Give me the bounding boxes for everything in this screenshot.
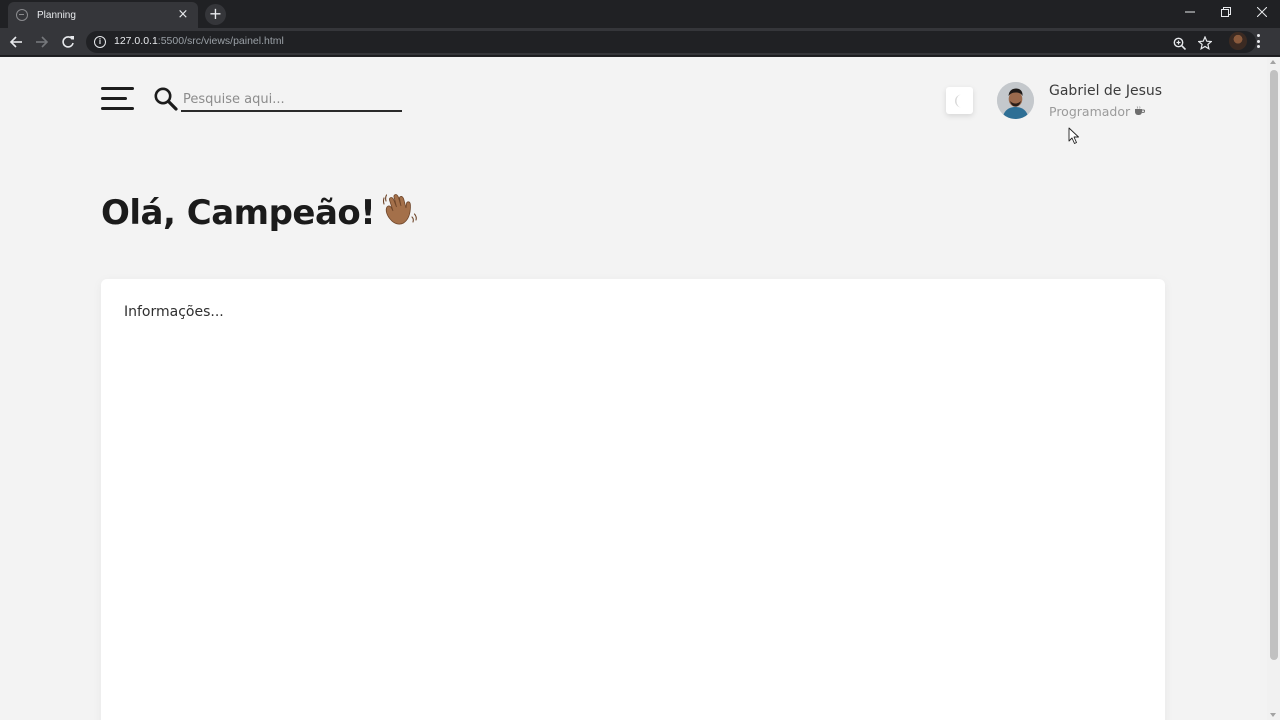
browser-toolbar: i 127.0.0.1:5500/src/views/painel.html	[0, 28, 1280, 56]
minimize-icon	[1185, 11, 1195, 13]
user-avatar[interactable]	[997, 82, 1034, 119]
mouse-cursor-icon	[1068, 127, 1079, 144]
user-name: Gabriel de Jesus	[1049, 83, 1163, 99]
forward-button[interactable]	[32, 32, 52, 52]
page-viewport: Gabriel de Jesus Programador Olá, Campeã…	[0, 57, 1280, 720]
info-card-title: Informações...	[124, 304, 224, 320]
info-card: Informações...	[101, 279, 1165, 720]
scroll-down-arrow-icon[interactable]	[1270, 713, 1276, 717]
info-icon[interactable]: i	[94, 36, 106, 48]
zoom-icon	[1173, 37, 1186, 50]
search-input[interactable]	[181, 88, 402, 112]
browser-tab[interactable]: Planning ×	[8, 2, 198, 28]
window-controls	[1172, 0, 1280, 24]
close-window-button[interactable]	[1244, 0, 1280, 24]
restore-button[interactable]	[1208, 0, 1244, 24]
coffee-icon	[1134, 106, 1146, 119]
waving-hand-icon	[383, 194, 418, 225]
user-role: Programador	[1049, 104, 1146, 119]
star-icon	[1198, 36, 1212, 50]
profile-avatar-icon[interactable]	[1229, 32, 1247, 50]
close-icon	[1257, 7, 1267, 17]
search-icon[interactable]	[153, 86, 179, 112]
scrollbar-thumb[interactable]	[1270, 70, 1278, 660]
browser-titlebar: Planning × +	[0, 0, 1280, 28]
theme-toggle-button[interactable]	[946, 87, 973, 114]
greeting-text: Olá, Campeão!	[101, 193, 376, 233]
menu-icon[interactable]	[101, 87, 134, 111]
url-host: 127.0.0.1	[114, 35, 158, 47]
bookmark-button[interactable]	[1197, 35, 1213, 51]
user-role-label: Programador	[1049, 104, 1131, 119]
browser-menu-icon[interactable]	[1256, 34, 1260, 48]
reload-button[interactable]	[58, 32, 78, 52]
new-tab-button[interactable]: +	[205, 4, 226, 25]
vertical-scrollbar[interactable]	[1267, 57, 1280, 720]
reload-icon	[62, 36, 74, 48]
globe-icon	[16, 9, 28, 21]
url-text[interactable]: 127.0.0.1:5500/src/views/painel.html	[114, 35, 284, 47]
restore-icon	[1221, 7, 1231, 17]
minimize-button[interactable]	[1172, 0, 1208, 24]
tab-close-button[interactable]: ×	[176, 8, 190, 22]
arrow-left-icon	[9, 36, 22, 48]
address-bar[interactable]: i 127.0.0.1:5500/src/views/painel.html	[86, 31, 1256, 53]
user-photo	[997, 82, 1034, 119]
arrow-right-icon	[36, 36, 49, 48]
back-button[interactable]	[6, 32, 26, 52]
scroll-up-arrow-icon[interactable]	[1270, 60, 1276, 64]
tab-title: Planning	[37, 9, 76, 21]
page-greeting: Olá, Campeão!	[101, 190, 419, 233]
url-path: :5500/src/views/painel.html	[157, 35, 284, 47]
moon-icon	[954, 94, 961, 107]
zoom-button[interactable]	[1171, 35, 1187, 51]
